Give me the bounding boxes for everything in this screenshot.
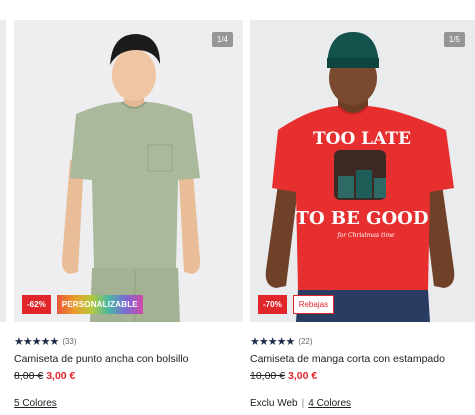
review-count: (33): [62, 336, 77, 346]
sale-price: 3,00 €: [288, 370, 318, 382]
product-card[interactable]: TOO LATE TO BE GOOD for Christmas time 1…: [250, 20, 475, 409]
product-image[interactable]: TOO LATE TO BE GOOD for Christmas time 1…: [250, 20, 475, 322]
colors-link[interactable]: 5 Colores: [14, 398, 57, 409]
sale-badge: Rebajas: [292, 295, 335, 314]
shirt-print-script: for Christmas time: [336, 232, 395, 239]
exclusive-label: Exclu Web: [250, 398, 298, 409]
price: 10,00 € 3,00 €: [250, 370, 475, 382]
image-counter: 1/5: [443, 32, 465, 47]
personalizable-badge: PERSONALIZABLE: [56, 295, 143, 314]
sale-price: 3,00 €: [46, 370, 76, 382]
shirt-print-top: TOO LATE: [313, 129, 411, 149]
product-title[interactable]: Camiseta de punto ancha con bolsillo: [14, 353, 243, 365]
review-count: (22): [298, 336, 313, 346]
shirt-print-bottom: TO BE GOOD: [296, 208, 429, 229]
colors-link[interactable]: 4 Colores: [308, 398, 351, 409]
image-counter: 1/4: [211, 32, 233, 47]
badge-group: -70% Rebajas: [258, 295, 335, 314]
price: 8,00 € 3,00 €: [14, 370, 243, 382]
product-meta: 5 Colores: [14, 398, 243, 409]
product-card[interactable]: 1/4 -62% PERSONALIZABLE ★★★★★ (33) Camis…: [14, 20, 243, 409]
old-price: 8,00 €: [14, 370, 44, 382]
product-meta: Exclu Web | 4 Colores: [250, 398, 475, 409]
discount-badge: -62%: [22, 295, 51, 314]
product-title[interactable]: Camiseta de manga corta con estampado: [250, 353, 475, 365]
badge-group: -62% PERSONALIZABLE: [22, 295, 143, 314]
previous-card-edge[interactable]: [0, 20, 6, 322]
meta-separator: |: [301, 398, 305, 409]
rating: ★★★★★ (33): [14, 334, 243, 348]
product-image[interactable]: 1/4 -62% PERSONALIZABLE: [14, 20, 243, 322]
star-rating-icon: ★★★★★: [250, 335, 295, 348]
product-info: ★★★★★ (33) Camiseta de punto ancha con b…: [14, 322, 243, 410]
discount-badge: -70%: [258, 295, 287, 314]
product-info: ★★★★★ (22) Camiseta de manga corta con e…: [250, 322, 475, 410]
star-rating-icon: ★★★★★: [14, 335, 59, 348]
model-photo: TOO LATE TO BE GOOD for Christmas time: [250, 20, 475, 322]
old-price: 10,00 €: [250, 370, 286, 382]
model-photo: [14, 20, 243, 322]
rating: ★★★★★ (22): [250, 334, 475, 348]
